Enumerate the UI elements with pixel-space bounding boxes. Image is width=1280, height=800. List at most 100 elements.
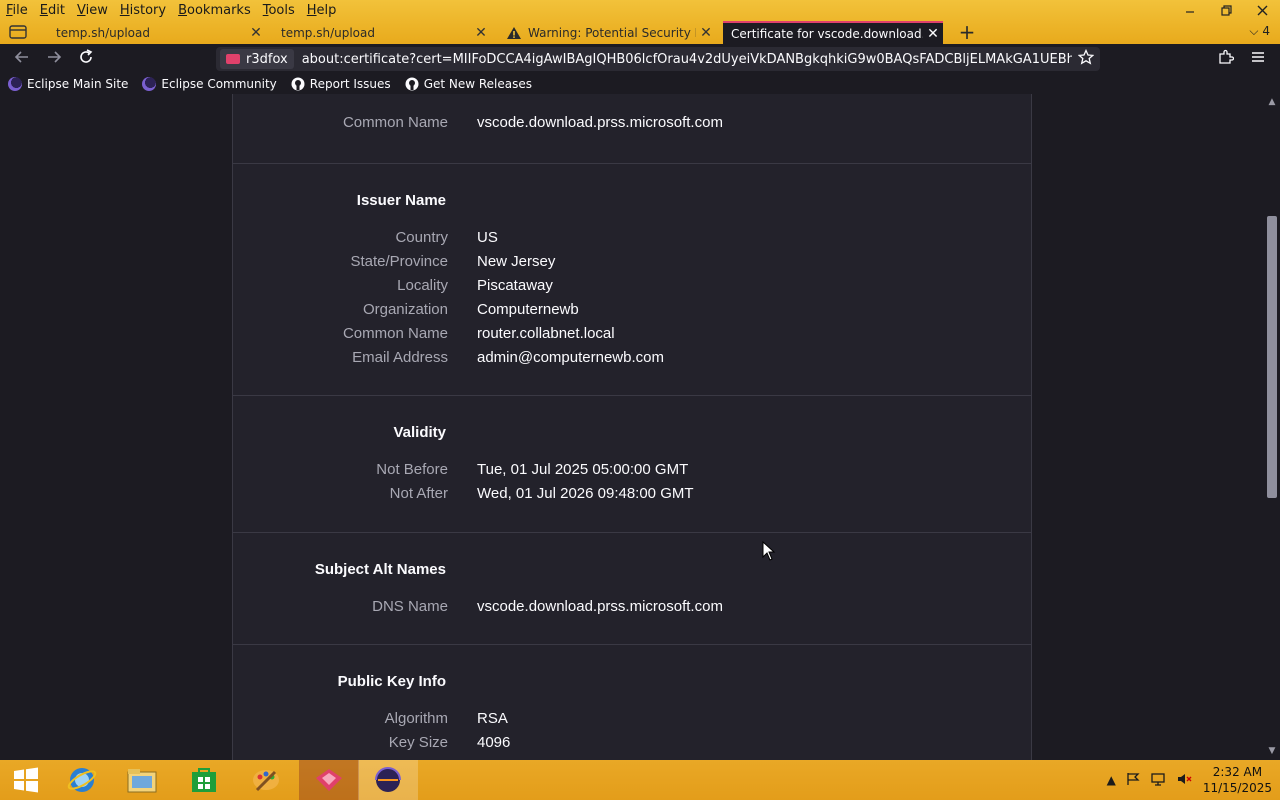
bookmark-eclipse-main[interactable]: Eclipse Main Site <box>8 77 128 91</box>
folder-icon <box>127 769 157 793</box>
subject-name-section: Common Name vscode.download.prss.microso… <box>232 94 1032 164</box>
restore-button[interactable] <box>1208 0 1244 20</box>
taskbar-store[interactable] <box>174 760 234 800</box>
network-icon[interactable] <box>1150 772 1166 789</box>
chevron-down-icon: ⌵ <box>1249 24 1259 38</box>
subject-alt-names-section: Subject Alt Names DNS Name vscode.downlo… <box>232 532 1032 645</box>
tab-title: Certificate for vscode.download.prss <box>731 26 923 41</box>
field-label: Not After <box>389 485 448 502</box>
scroll-down-icon[interactable]: ▼ <box>1267 746 1277 756</box>
window-controls <box>1172 0 1280 20</box>
field-value[interactable]: 4096 <box>477 734 510 751</box>
field-value[interactable]: vscode.download.prss.microsoft.com <box>477 598 723 615</box>
tab-overflow-button[interactable]: ⌵ 4 <box>1249 24 1270 39</box>
tab-list-button[interactable] <box>8 23 30 41</box>
menu-view[interactable]: View <box>71 3 114 18</box>
tab-close-icon[interactable]: ✕ <box>471 25 491 41</box>
section-title: Public Key Info <box>337 673 446 690</box>
field-value[interactable]: US <box>477 229 498 246</box>
bookmark-report-issues[interactable]: Report Issues <box>291 77 391 91</box>
tab-temp-upload-2[interactable]: temp.sh/upload ✕ <box>273 21 491 44</box>
url-bar[interactable]: r3dfox about:certificate?cert=MIIFoDCCA4… <box>216 47 1100 71</box>
tab-close-icon[interactable]: ✕ <box>923 26 943 42</box>
menu-history[interactable]: History <box>114 3 172 18</box>
field-value[interactable]: New Jersey <box>477 253 555 270</box>
tab-title: temp.sh/upload <box>281 25 375 40</box>
field-value[interactable]: admin@computernewb.com <box>477 349 664 366</box>
field-label: Common Name <box>342 114 448 131</box>
scroll-up-icon[interactable]: ▲ <box>1267 97 1277 107</box>
bookmarks-toolbar: Eclipse Main Site Eclipse Community Repo… <box>0 74 1280 94</box>
menu-bookmarks[interactable]: Bookmarks <box>172 3 257 18</box>
clock[interactable]: 2:32 AM 11/15/2025 <box>1203 764 1272 796</box>
star-icon <box>1077 48 1095 65</box>
issuer-common-name-row: Common Name router.collabnet.local <box>233 325 1033 349</box>
app-menu-button[interactable] <box>1250 49 1266 69</box>
tab-list-icon <box>9 25 27 39</box>
back-button[interactable] <box>10 49 34 69</box>
algorithm-row: Algorithm RSA <box>233 710 1033 734</box>
field-label: DNS Name <box>372 598 448 615</box>
menu-edit[interactable]: Edit <box>34 3 71 18</box>
taskbar-ie[interactable] <box>52 760 112 800</box>
scrollbar-thumb[interactable] <box>1267 216 1277 498</box>
reload-button[interactable] <box>74 49 98 69</box>
taskbar-file-explorer[interactable] <box>112 760 172 800</box>
identity-button[interactable]: r3dfox <box>220 49 294 69</box>
field-value[interactable]: router.collabnet.local <box>477 325 615 342</box>
bookmark-get-new-releases[interactable]: Get New Releases <box>405 77 532 91</box>
field-value[interactable]: Piscataway <box>477 277 553 294</box>
field-value[interactable]: RSA <box>477 710 508 727</box>
flag-icon[interactable] <box>1126 772 1140 789</box>
start-button[interactable] <box>0 760 52 800</box>
tab-certificate[interactable]: Certificate for vscode.download.prss ✕ <box>723 21 943 44</box>
page-scrollbar[interactable]: ▲ ▼ <box>1264 94 1280 760</box>
restore-icon <box>1220 4 1232 16</box>
field-value[interactable]: Computernewb <box>477 301 579 318</box>
taskbar-eclipse[interactable] <box>358 760 418 800</box>
store-icon <box>192 768 216 792</box>
field-value[interactable]: Tue, 01 Jul 2025 05:00:00 GMT <box>477 461 688 478</box>
taskbar-r3dfox-browser[interactable] <box>299 760 359 800</box>
url-input[interactable]: about:certificate?cert=MIIFoDCCA4igAwIBA… <box>302 52 1072 67</box>
forward-button[interactable] <box>42 49 66 69</box>
menu-file[interactable]: File <box>0 3 34 18</box>
not-before-row: Not Before Tue, 01 Jul 2025 05:00:00 GMT <box>233 461 1033 485</box>
issuer-locality-row: Locality Piscataway <box>233 277 1033 301</box>
bookmark-star-button[interactable] <box>1077 48 1095 69</box>
menu-help[interactable]: Help <box>301 3 343 18</box>
field-value[interactable]: vscode.download.prss.microsoft.com <box>477 114 723 131</box>
volume-muted-icon[interactable] <box>1176 772 1192 789</box>
close-icon <box>1257 5 1267 15</box>
show-hidden-icons-button[interactable]: ▲ <box>1107 773 1116 787</box>
menu-tools[interactable]: Tools <box>257 3 301 18</box>
new-tab-button[interactable]: + <box>954 21 980 43</box>
validity-section: Validity Not Before Tue, 01 Jul 2025 05:… <box>232 395 1032 533</box>
github-icon <box>291 77 305 91</box>
tab-close-icon[interactable]: ✕ <box>246 25 266 41</box>
key-size-row: Key Size 4096 <box>233 734 1033 758</box>
taskbar-paint-app[interactable] <box>236 760 296 800</box>
field-label: Algorithm <box>384 710 448 727</box>
tab-count: 4 <box>1262 24 1270 38</box>
bookmark-eclipse-community[interactable]: Eclipse Community <box>142 77 277 91</box>
warning-icon <box>507 26 521 39</box>
section-title: Issuer Name <box>356 192 446 209</box>
arrow-right-icon <box>48 51 62 63</box>
section-title: Subject Alt Names <box>314 561 446 578</box>
field-label: Key Size <box>388 734 448 751</box>
close-window-button[interactable] <box>1244 0 1280 20</box>
minimize-button[interactable] <box>1172 0 1208 20</box>
public-key-info-section: Public Key Info Algorithm RSA Key Size 4… <box>232 644 1032 760</box>
browser-logo-icon <box>226 54 240 64</box>
plus-icon: + <box>958 20 976 44</box>
tab-title: temp.sh/upload <box>56 25 150 40</box>
bookmark-label: Eclipse Main Site <box>27 77 129 91</box>
eclipse-icon <box>8 77 22 91</box>
tab-security-warning[interactable]: Warning: Potential Security Risk ✕ <box>498 21 716 44</box>
taskbar: ▲ 2:32 AM 11/15/2025 <box>0 760 1280 800</box>
tab-temp-upload-1[interactable]: temp.sh/upload ✕ <box>48 21 266 44</box>
field-value[interactable]: Wed, 01 Jul 2026 09:48:00 GMT <box>477 485 694 502</box>
tab-close-icon[interactable]: ✕ <box>696 25 716 41</box>
extensions-button[interactable] <box>1218 49 1235 69</box>
